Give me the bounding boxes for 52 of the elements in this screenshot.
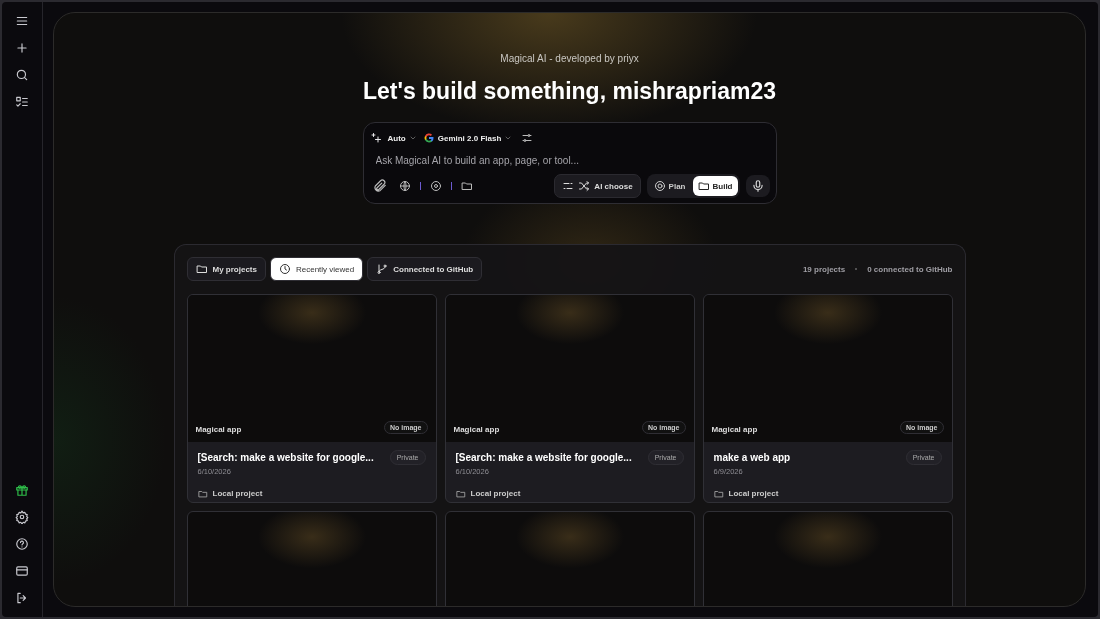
- project-location: Local project: [470, 488, 521, 500]
- branch-icon: [376, 263, 389, 275]
- chevron-down-icon: [408, 134, 417, 142]
- project-title: [Search: make a website for google...: [197, 452, 374, 463]
- sliders-icon: [562, 180, 575, 192]
- project-location: Local project: [728, 488, 779, 500]
- folder-icon: [197, 489, 208, 499]
- model-dropdown[interactable]: Gemini 2.0 Flash: [422, 132, 513, 144]
- target-icon: [653, 180, 666, 192]
- plus-icon: [15, 41, 29, 55]
- projects-tab[interactable]: Recently viewed: [269, 257, 364, 281]
- page-title: Let's build something, mishrapriam23: [362, 78, 777, 105]
- paperclip-icon: [372, 179, 387, 193]
- settings-icon: [15, 510, 29, 524]
- subtitle: Magical AI - developed by priyx: [500, 53, 639, 64]
- folder-icon: [455, 489, 466, 499]
- search-icon: [15, 68, 29, 82]
- sparkle-icon: [369, 132, 382, 144]
- mode-tab[interactable]: Plan: [648, 176, 691, 196]
- logout-icon: [15, 591, 29, 605]
- folder-icon: [713, 489, 724, 499]
- google-logo: [422, 132, 435, 144]
- card-icon: [15, 564, 29, 578]
- settings-button[interactable]: [13, 508, 31, 526]
- app-label: Magical app: [711, 425, 758, 434]
- help-icon: [15, 537, 29, 551]
- microphone-icon: [750, 179, 765, 193]
- folder-icon: [460, 180, 473, 192]
- mode-tab[interactable]: Build: [692, 176, 738, 196]
- shuffle-icon: [578, 180, 591, 192]
- project-title: make a web app: [713, 452, 791, 463]
- checklist-icon: [15, 95, 29, 109]
- globe-icon: [398, 180, 411, 192]
- app-label: Magical app: [195, 425, 242, 434]
- help-button[interactable]: [13, 535, 31, 553]
- menu-icon: [15, 14, 29, 28]
- prompt-input[interactable]: Ask Magical AI to build an app, page, or tool...: [375, 155, 756, 166]
- github-count: 0 connected to GitHub: [867, 264, 953, 274]
- project-count: 19 projects: [802, 264, 846, 274]
- chevron-down-icon: [504, 134, 513, 142]
- clock-icon: [278, 263, 291, 275]
- folder-icon: [195, 263, 208, 275]
- ai-choose-button[interactable]: AI choose: [554, 174, 641, 198]
- projects-tab[interactable]: My projects: [186, 257, 266, 281]
- gift-icon: [15, 483, 29, 497]
- projects-tab[interactable]: Connected to GitHub: [367, 257, 483, 281]
- app-label: Magical app: [453, 425, 500, 434]
- mode-dropdown[interactable]: Auto: [387, 133, 417, 143]
- project-location: Local project: [212, 488, 263, 500]
- sliders-icon: [521, 132, 534, 144]
- microphone-button[interactable]: [745, 175, 770, 197]
- project-title: [Search: make a website for google...: [455, 452, 632, 463]
